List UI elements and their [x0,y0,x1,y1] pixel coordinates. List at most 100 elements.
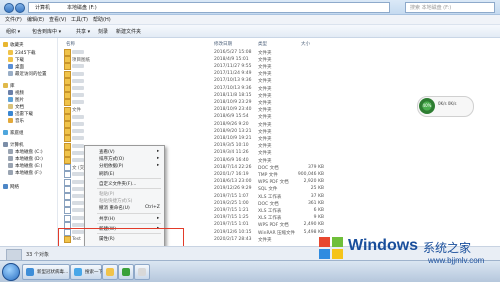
sidebar-item[interactable]: 迅雷下载 [0,111,57,117]
sidebar-item[interactable]: 本地磁盘 (D:) [0,156,57,162]
taskbar-app-icon [138,268,146,276]
file-size: 25 KB [310,186,324,192]
menu-item-label: 自定义文件夹(F)... [99,181,137,187]
context-menu-item[interactable]: 刷新(E) [87,170,162,177]
search-input[interactable]: 搜索 本地磁盘 (F:) [405,2,495,13]
menu-separator [97,212,161,214]
forward-icon[interactable] [15,3,25,13]
sidebar-item-label: 视频 [15,91,24,96]
sidebar-item[interactable]: 本地磁盘 (E:) [0,163,57,169]
context-menu-item[interactable]: 排序方式(O) ▸ [87,155,162,162]
blurred-name [72,114,84,119]
file-date: 2018/7/14 22:26 [214,164,252,170]
download-folder-icon [8,57,13,62]
file-date: 2017/10/13 9:36 [214,78,252,84]
menu-separator [97,177,161,179]
share-button[interactable]: 共享 ▾ [76,28,90,35]
sidebar-item[interactable]: 本地磁盘 (C:) [0,149,57,155]
context-menu-item: 粘贴快捷方式(S) [87,197,162,204]
menu-edit[interactable]: 编辑(E) [27,16,44,23]
file-date: 2017/11/27 9:55 [214,63,252,69]
recent-icon [8,71,13,76]
sidebar-item[interactable]: 音乐 [0,118,57,124]
sidebar-item-label: 本地磁盘 (F:) [15,171,42,176]
include-in-library-button[interactable]: 包含到库中 ▾ [32,28,61,35]
taskbar-button[interactable] [102,264,118,280]
blurred-name [72,129,84,134]
new-folder-button[interactable]: 新建文件夹 [116,28,141,35]
sidebar-item[interactable]: 桌面 [0,64,57,70]
header-name[interactable]: 名称 [66,41,75,47]
file-date: 2020/2/17 28:43 [214,236,252,242]
sidebar-item[interactable]: 最近访问的位置 [0,71,57,77]
taskbar-button[interactable] [134,264,150,280]
header-type[interactable]: 类型 [258,41,267,47]
file-date: 2018/9/20 13:21 [214,128,252,134]
breadcrumb-drive[interactable]: 本地磁盘 (F:) [67,4,97,11]
file-date: 2017/10/13 9:36 [214,85,252,91]
download-speed: 0K/s [447,101,457,106]
drive-icon [8,170,13,175]
menu-help[interactable]: 帮助(H) [93,16,111,23]
organize-button[interactable]: 组织 ▾ [6,28,20,35]
watermark-logo: Windows 系统之家 www.bjjmlv.com [318,233,500,267]
context-menu-item[interactable]: 自定义文件夹(F)... [87,180,162,187]
breadcrumb-computer[interactable]: 计算机 [35,4,50,11]
sidebar-item[interactable]: 收藏夹 [0,42,57,48]
sidebar-item-label: 图片 [15,98,24,103]
blurred-name [72,86,84,90]
library-icon [3,83,8,88]
submenu-arrow-icon: ▸ [157,215,160,221]
file-date: 2018/6/9 16:40 [214,157,249,163]
address-input[interactable]: 计算机 本地磁盘 (F:) [28,2,390,13]
music-icon [8,118,13,123]
menu-tools[interactable]: 工具(T) [71,16,88,23]
blurred-name [72,122,84,126]
sidebar-item[interactable]: 本地磁盘 (F:) [0,170,57,176]
sidebar-item-label: 网络 [10,185,19,190]
burn-button[interactable]: 刻录 [98,28,108,35]
start-button[interactable] [2,263,20,281]
sidebar-item[interactable]: 2345下载 [0,50,57,56]
file-size: 361 KB [307,200,324,206]
sidebar-item[interactable]: 网络 [0,184,57,190]
file-size: 379 KB [307,164,324,170]
sidebar-item-label: 最近访问的位置 [15,72,47,77]
context-menu-item[interactable]: 撤消 重命名(U) Ctrl+Z [87,204,162,211]
sidebar-item[interactable]: 库 [0,83,57,89]
sidebar-item[interactable]: 文档 [0,104,57,110]
file-date: 2016/5/27 15:08 [214,49,252,55]
menu-file[interactable]: 文件(F) [5,16,22,23]
context-menu-item[interactable]: 共享(H) ▸ [87,215,162,222]
taskbar-button[interactable] [118,264,134,280]
sidebar-item[interactable]: 视频 [0,90,57,96]
file-date: 2019/7/15 1:25 [214,215,249,221]
folder-icon [8,50,13,55]
context-menu-item[interactable]: 查看(V) ▸ [87,148,162,155]
network-speed-widget[interactable]: 40% 0K/s 0K/s [417,96,474,117]
back-icon[interactable] [4,3,14,13]
header-date[interactable]: 修改日期 [214,41,232,47]
sidebar-item[interactable]: 下载 [0,57,57,63]
submenu-arrow-icon: ▸ [157,149,160,154]
file-date: 2018/6/9 15:54 [214,114,249,120]
sidebar-item-label: 库 [10,84,15,89]
taskbar-button[interactable]: 新型冠状病毒... [22,264,70,280]
blurred-name [72,64,84,69]
taskbar-button[interactable]: 搜索一下 [70,264,103,280]
header-size[interactable]: 大小 [301,41,310,47]
sidebar-item[interactable]: 家庭组 [0,130,57,136]
file-date: 2018/4/9 15:01 [214,56,249,62]
network-icon [3,184,8,189]
sidebar-item[interactable]: 计算机 [0,142,57,148]
sidebar-item[interactable]: 图片 [0,97,57,103]
file-date: 2019/3/4 11:26 [214,150,249,156]
watermark-cn: 系统之家 [423,241,472,255]
file-size: 900,046 KB [297,171,324,177]
blurred-name [72,179,84,184]
context-menu-item[interactable]: 分组依据(P) ▸ [87,162,162,169]
blurred-name [72,150,84,155]
menu-view[interactable]: 查看(V) [49,16,66,23]
usage-ring-icon: 40% [419,98,435,114]
homegroup-icon [3,130,8,135]
